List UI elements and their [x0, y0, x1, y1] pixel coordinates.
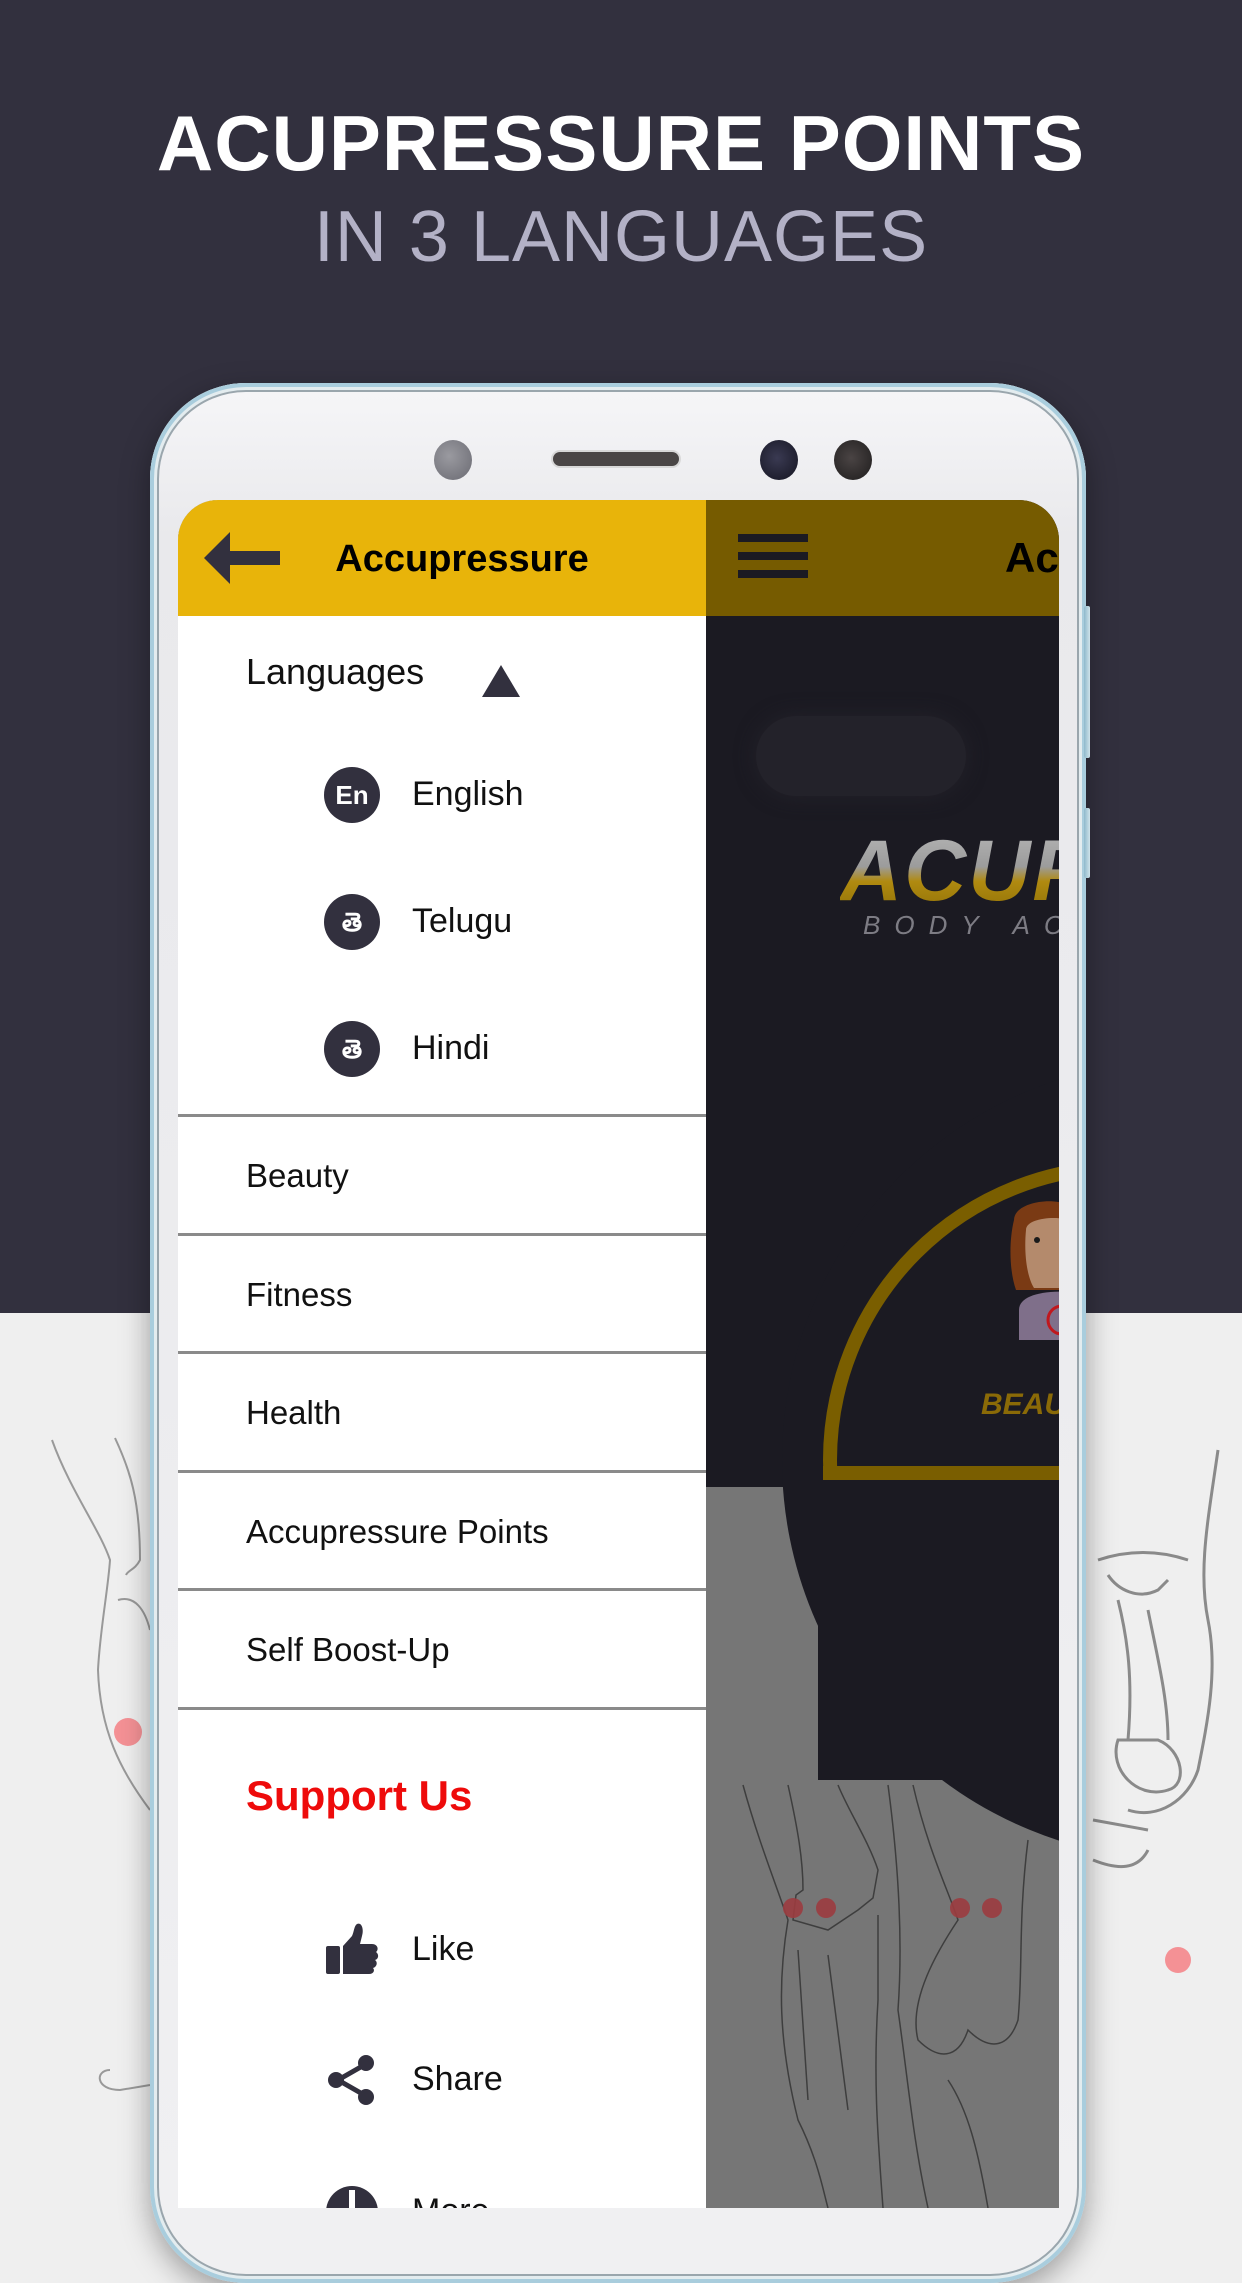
- menu-item-label: Beauty: [246, 1157, 349, 1194]
- phone-power-button: [1084, 808, 1090, 878]
- legs-illustration: [742, 1784, 1029, 2208]
- phone-volume-button: [1084, 606, 1090, 758]
- hamburger-menu-icon[interactable]: [738, 534, 808, 578]
- language-item-telugu[interactable]: తె Telugu: [324, 894, 664, 954]
- triangle-up-icon: [482, 665, 520, 697]
- acupoint-dot: [950, 1898, 970, 1918]
- menu-item-beauty[interactable]: Beauty: [178, 1117, 706, 1232]
- menu-item-label: Health: [246, 1394, 342, 1431]
- acupoint-dot: [114, 1718, 142, 1746]
- acupoint-dot: [982, 1898, 1002, 1918]
- share-icon: [328, 2055, 374, 2105]
- drawer-title: Accupressure: [335, 538, 589, 580]
- beauty-card-border-bottom: [823, 1466, 1059, 1480]
- menu-item-health[interactable]: Health: [178, 1354, 706, 1469]
- support-item-label: Share: [412, 2060, 503, 2098]
- like-button[interactable]: Like: [324, 1922, 664, 1982]
- support-item-label: More: [412, 2192, 489, 2208]
- telugu-language-icon: తె: [324, 894, 380, 950]
- hindi-language-icon: తె: [324, 1021, 380, 1077]
- language-item-label: Hindi: [412, 1029, 490, 1067]
- promo-headline: ACUPRESSURE POINTS: [156, 99, 1086, 187]
- acupoint-dot: [783, 1898, 803, 1918]
- support-us-heading: Support Us: [246, 1772, 473, 1819]
- beauty-card-cut: [818, 1480, 1059, 1780]
- promo-subheadline: IN 3 LANGUAGES: [313, 197, 929, 277]
- languages-label: Languages: [246, 651, 425, 692]
- app-logo-text: ACUP: [840, 822, 1059, 921]
- share-button[interactable]: Share: [324, 2052, 664, 2112]
- menu-item-label: Accupressure Points: [246, 1513, 549, 1550]
- proximity-sensor: [434, 440, 472, 480]
- cloud-decoration: [756, 716, 966, 796]
- thumbs-up-icon: [326, 1923, 379, 1974]
- drawer-header: Accupressure: [178, 500, 706, 616]
- language-item-hindi[interactable]: తె Hindi: [324, 1021, 664, 1081]
- acupoint-dot: [816, 1898, 836, 1918]
- more-icon: [326, 2186, 378, 2208]
- phone-screen: ACUP BODY ACU ACUPRESS PO BEAU: [178, 500, 1059, 2208]
- beauty-avatar-icon: [1010, 1201, 1059, 1340]
- navigation-drawer: Accupressure Languages En English తె Tel…: [178, 500, 706, 2208]
- app-header-title: Ac: [1005, 534, 1059, 581]
- front-camera: [760, 440, 798, 480]
- app-logo-subtitle: BODY ACU: [863, 910, 1059, 940]
- menu-item-self-boost-up[interactable]: Self Boost-Up: [178, 1591, 706, 1706]
- menu-item-label: Fitness: [246, 1276, 353, 1313]
- menu-item-label: Self Boost-Up: [246, 1631, 450, 1668]
- foot-illustration-right: [1092, 1449, 1220, 1973]
- language-item-label: Telugu: [412, 902, 513, 940]
- acupoint-dot: [1165, 1947, 1191, 1973]
- leg-illustration-left: [51, 1437, 151, 2092]
- beauty-card-label: BEAU: [981, 1388, 1059, 1421]
- front-camera-secondary: [834, 440, 872, 480]
- language-item-english[interactable]: En English: [324, 767, 664, 827]
- language-item-label: English: [412, 775, 524, 813]
- more-button[interactable]: More: [324, 2184, 664, 2208]
- menu-divider: [178, 1707, 706, 1710]
- support-item-label: Like: [412, 1930, 475, 1968]
- english-language-icon: En: [324, 767, 380, 823]
- languages-toggle[interactable]: Languages: [246, 651, 646, 701]
- menu-item-accupressure-points[interactable]: Accupressure Points: [178, 1473, 706, 1588]
- menu-item-fitness[interactable]: Fitness: [178, 1236, 706, 1351]
- earpiece-speaker: [553, 452, 679, 466]
